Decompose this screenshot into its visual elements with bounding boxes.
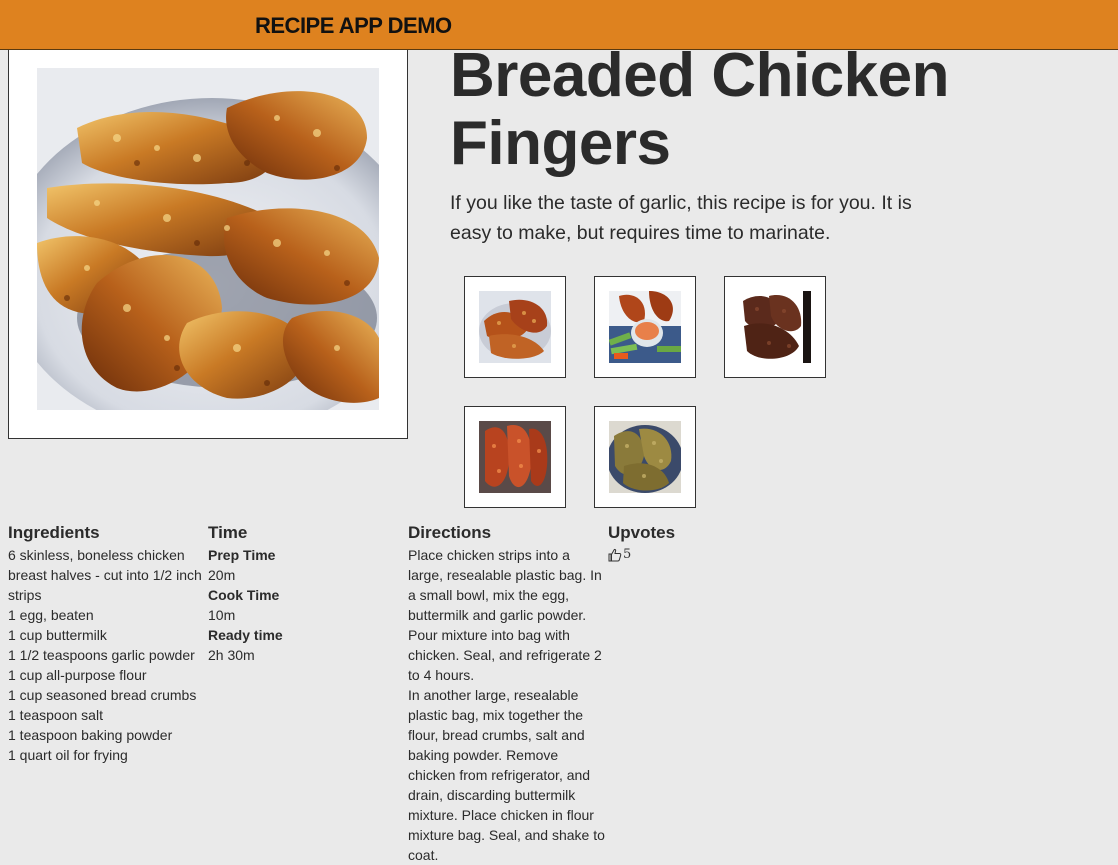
chicken-fingers-photo <box>37 68 379 410</box>
thumbnail-2[interactable] <box>594 276 696 378</box>
direction-step: Place chicken strips into a large, resea… <box>408 547 602 683</box>
upvotes-section: Upvotes 5 <box>608 522 808 565</box>
thumbnail-1[interactable] <box>464 276 566 378</box>
upvotes-heading: Upvotes <box>608 523 676 542</box>
recipe-description: If you like the taste of garlic, this re… <box>450 192 912 244</box>
spicy-glazed-chicken-photo <box>479 421 551 493</box>
main-recipe-image-frame <box>8 38 408 439</box>
cook-time-value: 10m <box>208 607 236 623</box>
wings-with-dip-and-celery-photo <box>609 291 681 363</box>
direction-step: In another large, resealable plastic bag… <box>408 687 605 863</box>
app-header: RECIPE APP DEMO <box>0 0 1118 50</box>
ingredient-item: 1 cup buttermilk <box>8 627 107 643</box>
time-heading: Time <box>208 523 248 542</box>
ingredient-item: 1 1/2 teaspoons garlic powder <box>8 647 195 663</box>
ingredient-item: 6 skinless, boneless chicken breast halv… <box>8 547 202 603</box>
ingredient-item: 1 teaspoon baking powder <box>8 727 173 743</box>
chicken-wings-photo <box>479 291 551 363</box>
app-title: RECIPE APP DEMO <box>255 13 452 38</box>
thumbnail-3[interactable] <box>724 276 826 378</box>
ingredient-item: 1 cup all-purpose flour <box>8 667 147 683</box>
ingredients-section: Ingredients 6 skinless, boneless chicken… <box>8 522 208 765</box>
ingredient-item: 1 quart oil for frying <box>8 747 128 763</box>
time-section: Time Prep Time 20m Cook Time 10m Ready t… <box>208 522 408 665</box>
thumbnail-4[interactable] <box>464 406 566 508</box>
upvote-count: 5 <box>623 547 632 562</box>
prep-time-label: Prep Time <box>208 547 276 563</box>
prep-time-value: 20m <box>208 567 236 583</box>
ingredient-item: 1 egg, beaten <box>8 607 94 623</box>
thumbnail-5[interactable] <box>594 406 696 508</box>
upvote-button[interactable]: 5 <box>608 545 808 565</box>
ingredient-item: 1 cup seasoned bread crumbs <box>8 687 197 703</box>
ready-time-value: 2h 30m <box>208 647 255 663</box>
ready-time-label: Ready time <box>208 627 283 643</box>
directions-section: Directions Place chicken strips into a l… <box>408 522 608 865</box>
ingredient-item: 1 teaspoon salt <box>8 707 103 723</box>
thumbs-up-icon <box>608 548 622 562</box>
recipe-title: Breaded Chicken Fingers <box>450 41 950 178</box>
directions-heading: Directions <box>408 523 492 542</box>
dark-fried-chicken-photo <box>739 291 811 363</box>
baked-chicken-strips-photo <box>609 421 681 493</box>
ingredients-heading: Ingredients <box>8 523 100 542</box>
main-recipe-photo <box>37 68 379 410</box>
cook-time-label: Cook Time <box>208 587 280 603</box>
